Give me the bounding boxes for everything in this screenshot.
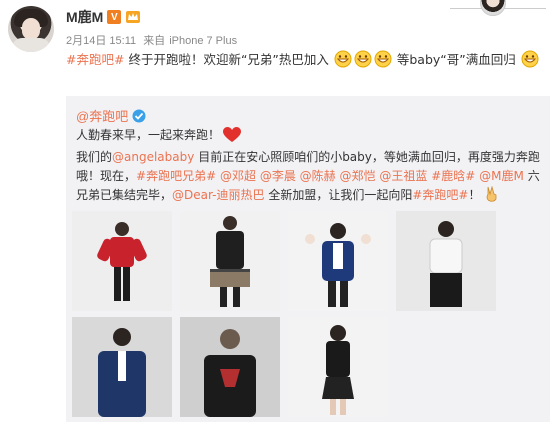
username[interactable]: M鹿M	[66, 7, 103, 27]
photo-thumbnail[interactable]	[72, 211, 172, 311]
top-right-avatar[interactable]	[450, 0, 546, 18]
repost-text: 全新加盟，让我们一起向阳	[268, 188, 413, 202]
mention-link[interactable]: @Dear-迪丽热巴	[172, 188, 264, 202]
hashtag-link[interactable]: #奔跑吧#	[412, 188, 468, 202]
repost-line1: 人勤春来早，一起来奔跑！	[76, 128, 221, 142]
verified-icon	[132, 109, 146, 122]
weibo-post: M鹿M V 2月14日 15:11 来自 iPhone 7 Plus #奔跑吧# …	[0, 0, 550, 422]
mention-link[interactable]: @angelababy	[112, 150, 194, 164]
source-prefix: 来自	[143, 35, 166, 47]
mention-link[interactable]: @郑恺	[340, 169, 376, 183]
post-text: #奔跑吧# 终于开跑啦！欢迎新“兄弟”热巴加入 等baby“哥”满血回归	[66, 50, 542, 70]
heart-icon	[223, 127, 242, 142]
repost-author-row: @奔跑吧	[76, 106, 146, 125]
repost-block: @奔跑吧 人勤春来早，一起来奔跑！ 我们的@angelababy 目前正在安心照…	[66, 96, 550, 422]
crown-icon[interactable]	[125, 10, 141, 24]
repost-text: ！	[468, 188, 481, 202]
grin-emoji-icon	[354, 50, 372, 68]
hashtag-link[interactable]: #奔跑吧兄弟#	[136, 169, 216, 183]
post-text-part2: 等baby“哥”满血回归	[396, 52, 516, 67]
vip-badge[interactable]: V	[107, 10, 122, 24]
photo-thumbnail[interactable]	[396, 211, 496, 311]
grin-emoji-icon	[374, 50, 392, 68]
photo-thumbnail[interactable]	[72, 317, 172, 417]
mention-link[interactable]: @陈赫	[300, 169, 336, 183]
grin-emoji-icon	[521, 50, 539, 68]
hashtag-link[interactable]: #鹿晗#	[431, 169, 475, 183]
post-hashtag[interactable]: #奔跑吧#	[66, 52, 124, 67]
photo-thumbnail[interactable]	[180, 211, 280, 311]
photo-thumbnail[interactable]	[288, 317, 388, 417]
repost-text: 我们的	[76, 150, 113, 164]
photo-thumbnail[interactable]	[288, 211, 388, 311]
mention-link[interactable]: @M鹿M	[479, 169, 524, 183]
timestamp[interactable]: 2月14日 15:11	[66, 35, 136, 47]
avatar[interactable]	[8, 6, 54, 52]
device-source[interactable]: iPhone 7 Plus	[169, 35, 237, 47]
post-text-part1: 终于开跑啦！欢迎新“兄弟”热巴加入	[128, 52, 329, 67]
victory-hand-icon	[486, 186, 497, 202]
grin-emoji-icon	[334, 50, 352, 68]
repost-body: 我们的@angelababy 目前正在安心照顾咱们的小baby，等她满血回归，再…	[76, 148, 544, 205]
repost-author[interactable]: @奔跑吧	[76, 106, 128, 125]
mention-link[interactable]: @邓超	[220, 169, 256, 183]
user-row: M鹿M V	[66, 8, 141, 26]
mention-link[interactable]: @李晨	[260, 169, 296, 183]
repost-line1-row: 人勤春来早，一起来奔跑！	[76, 126, 242, 144]
mention-link[interactable]: @王祖蓝	[379, 169, 427, 183]
photo-thumbnail[interactable]	[180, 317, 280, 417]
post-meta: 2月14日 15:11 来自 iPhone 7 Plus	[66, 32, 241, 48]
